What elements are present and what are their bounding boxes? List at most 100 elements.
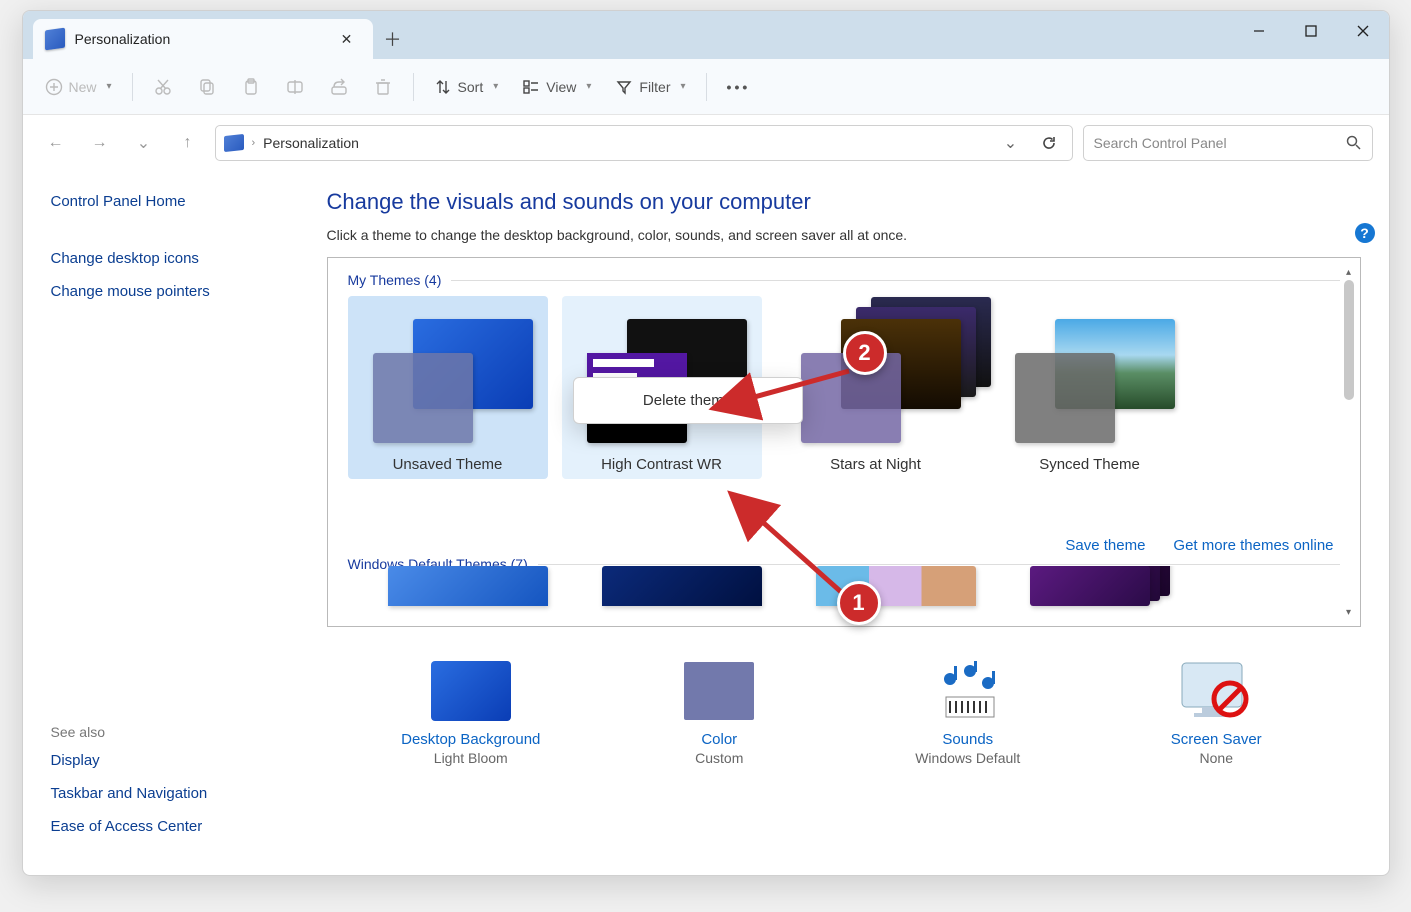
see-also-title: See also [51, 724, 208, 740]
sidebar-link-desktop-icons[interactable]: Change desktop icons [51, 250, 299, 267]
seealso-ease-of-access[interactable]: Ease of Access Center [51, 818, 208, 835]
chevron-down-icon: ▾ [107, 81, 112, 92]
theme-synced[interactable]: Synced Theme [990, 296, 1190, 479]
annotation-badge-2: 2 [843, 331, 887, 375]
minimize-button[interactable] [1233, 11, 1285, 51]
address-row: ← → ⌄ ↑ › Personalization ⌄ Search Contr… [23, 115, 1389, 171]
screen-saver-item[interactable]: Screen Saver None [1106, 659, 1326, 766]
sidebar-link-home[interactable]: Control Panel Home [51, 193, 299, 210]
forward-button[interactable]: → [83, 126, 117, 160]
view-icon [522, 78, 540, 96]
item-title: Screen Saver [1106, 731, 1326, 748]
toolbar: New ▾ Sort ▾ View ▾ Filter▾ ••• [23, 59, 1389, 115]
scroll-track[interactable] [1341, 280, 1357, 604]
get-more-themes-link[interactable]: Get more themes online [1173, 537, 1333, 554]
annotation-arrow-2 [739, 371, 859, 411]
scroll-down-button[interactable]: ▾ [1341, 604, 1357, 620]
desktop-background-icon [431, 659, 511, 723]
scissors-icon [153, 77, 173, 97]
clipboard-icon [241, 77, 261, 97]
separator [706, 73, 707, 101]
new-tab-button[interactable]: ＋ [373, 19, 413, 59]
see-also-section: See also Display Taskbar and Navigation … [51, 724, 208, 851]
more-button[interactable]: ••• [717, 67, 761, 107]
search-placeholder: Search Control Panel [1094, 135, 1346, 151]
sounds-item[interactable]: Sounds Windows Default [858, 659, 1078, 766]
chevron-down-icon: ▾ [681, 81, 686, 92]
window-controls [1233, 11, 1389, 51]
new-label: New [69, 79, 97, 95]
theme-label: Unsaved Theme [352, 456, 544, 473]
sidebar-link-mouse-pointers[interactable]: Change mouse pointers [51, 283, 299, 300]
control-panel-icon [45, 28, 65, 51]
item-value: Light Bloom [361, 750, 581, 766]
theme-thumbnail [994, 304, 1186, 454]
default-theme-thumb[interactable] [602, 566, 762, 606]
trash-icon [373, 77, 393, 97]
item-title: Color [609, 731, 829, 748]
active-tab[interactable]: Personalization ✕ [33, 19, 373, 59]
color-item[interactable]: Color Custom [609, 659, 829, 766]
control-panel-icon [224, 134, 244, 152]
maximize-button[interactable] [1285, 11, 1337, 51]
address-history-button[interactable]: ⌄ [996, 133, 1026, 153]
desktop-background-item[interactable]: Desktop Background Light Bloom [361, 659, 581, 766]
scroll-thumb[interactable] [1344, 280, 1354, 400]
cut-button[interactable] [143, 67, 183, 107]
rename-button[interactable] [275, 67, 315, 107]
screen-saver-icon [1176, 659, 1256, 723]
back-button[interactable]: ← [39, 126, 73, 160]
titlebar: Personalization ✕ ＋ [23, 11, 1389, 59]
copy-icon [197, 77, 217, 97]
sort-label: Sort [458, 79, 484, 95]
share-button[interactable] [319, 67, 359, 107]
refresh-button[interactable] [1034, 134, 1064, 152]
color-icon [679, 659, 759, 723]
theme-unsaved[interactable]: Unsaved Theme [348, 296, 548, 479]
close-window-button[interactable] [1337, 11, 1389, 51]
default-theme-thumb[interactable] [388, 566, 548, 606]
theme-label: Stars at Night [780, 456, 972, 473]
new-button[interactable]: New ▾ [35, 67, 122, 107]
annotation-badge-1: 1 [837, 581, 881, 625]
seealso-display[interactable]: Display [51, 752, 208, 769]
breadcrumb-item[interactable]: Personalization [263, 135, 359, 151]
item-value: None [1106, 750, 1326, 766]
filter-icon [615, 78, 633, 96]
up-button[interactable]: ↑ [171, 126, 205, 160]
view-button[interactable]: View ▾ [512, 67, 601, 107]
theme-label: Synced Theme [994, 456, 1186, 473]
page-subtitle: Click a theme to change the desktop back… [327, 227, 1361, 243]
ellipsis-icon: ••• [727, 79, 751, 95]
search-input[interactable]: Search Control Panel [1083, 125, 1373, 161]
address-bar[interactable]: › Personalization ⌄ [215, 125, 1073, 161]
close-tab-button[interactable]: ✕ [333, 25, 361, 53]
window: Personalization ✕ ＋ New ▾ Sort ▾ View ▾ [22, 10, 1390, 876]
item-title: Sounds [858, 731, 1078, 748]
history-button[interactable]: ⌄ [127, 126, 161, 160]
item-title: Desktop Background [361, 731, 581, 748]
save-theme-link[interactable]: Save theme [1065, 537, 1145, 554]
tab-title: Personalization [75, 31, 323, 47]
settings-strip: Desktop Background Light Bloom Color Cus… [327, 627, 1361, 797]
paste-button[interactable] [231, 67, 271, 107]
scrollbar[interactable]: ▴ ▾ [1340, 264, 1358, 620]
my-themes-title: My Themes (4) [348, 272, 442, 288]
sounds-icon [928, 659, 1008, 723]
breadcrumb-separator: › [252, 137, 256, 149]
item-value: Custom [609, 750, 829, 766]
theme-label: High Contrast WR [566, 456, 758, 473]
view-label: View [546, 79, 576, 95]
sort-button[interactable]: Sort ▾ [424, 67, 509, 107]
scroll-up-button[interactable]: ▴ [1341, 264, 1357, 280]
separator [413, 73, 414, 101]
copy-button[interactable] [187, 67, 227, 107]
seealso-taskbar[interactable]: Taskbar and Navigation [51, 785, 208, 802]
filter-button[interactable]: Filter▾ [605, 67, 695, 107]
rename-icon [285, 77, 305, 97]
search-icon [1346, 135, 1362, 151]
chevron-down-icon: ▾ [493, 81, 498, 92]
delete-button[interactable] [363, 67, 403, 107]
chevron-down-icon: ▾ [586, 81, 591, 92]
default-theme-thumb[interactable] [1030, 566, 1190, 606]
